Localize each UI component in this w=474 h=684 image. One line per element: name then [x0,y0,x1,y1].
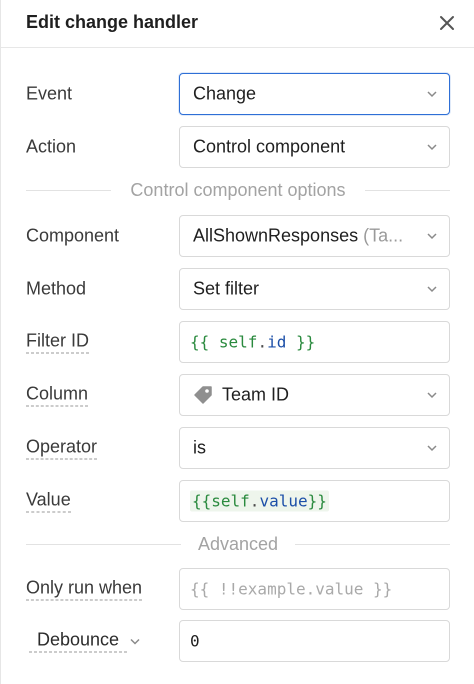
debounce-label: Debounce [29,630,128,653]
value-row: Value {{self.value}} [1,480,474,522]
value-input[interactable]: {{self.value}} [179,480,450,522]
debounce-input[interactable]: 0 [179,620,450,662]
action-row: Action Control component [1,126,474,168]
method-row: Method Set filter [1,268,474,310]
operator-row: Operator is [1,427,474,469]
operator-label: Operator [26,437,98,460]
method-label: Method [26,278,87,299]
event-handler-panel: Edit change handler Event Change Action … [0,0,474,684]
component-select-value: AllShownResponses (Ta... [193,225,404,246]
panel-title: Edit change handler [26,12,199,32]
operator-select[interactable]: is [179,427,450,469]
debounce-dropdown[interactable]: Debounce [29,630,141,653]
method-select[interactable]: Set filter [179,268,450,310]
tag-icon [194,386,212,404]
event-label: Event [26,83,73,104]
component-row: Component AllShownResponses (Ta... [1,215,474,257]
chevron-down-icon [427,91,437,98]
debounce-row: Debounce 0 [1,620,474,662]
column-select[interactable]: Team ID [179,374,450,416]
chevron-down-icon [427,286,437,293]
chevron-down-icon [427,392,437,399]
only-run-when-row: Only run when {{ !!example.value }} [1,568,474,610]
method-select-value: Set filter [193,278,260,299]
only-run-when-label: Only run when [26,578,143,601]
filter-id-label: Filter ID [26,331,89,354]
column-row: Column Team ID [1,374,474,416]
chevron-down-icon [427,144,437,151]
only-run-when-placeholder: {{ !!example.value }} [190,579,393,599]
panel-header: Edit change handler [1,0,474,48]
chevron-down-icon [427,445,437,452]
close-icon[interactable] [436,12,458,34]
value-label: Value [26,490,71,513]
component-select[interactable]: AllShownResponses (Ta... [179,215,450,257]
control-options-divider: Control component options [26,180,450,200]
debounce-value: 0 [190,631,200,651]
chevron-down-icon [427,233,437,240]
component-label: Component [26,225,120,246]
value-code: {{self.value}} [190,490,329,512]
operator-select-value: is [193,437,206,458]
event-row: Event Change [1,73,474,115]
filter-id-row: Filter ID {{ self.id }} [1,321,474,363]
only-run-when-input[interactable]: {{ !!example.value }} [179,568,450,610]
advanced-divider: Advanced [26,534,450,554]
action-label: Action [26,136,77,157]
column-select-value: Team ID [222,384,290,405]
action-select[interactable]: Control component [179,126,450,168]
event-select[interactable]: Change [179,73,450,115]
chevron-down-icon [130,638,140,645]
column-label: Column [26,384,89,407]
filter-id-code: {{ self.id }} [190,332,316,352]
event-select-value: Change [193,83,257,104]
filter-id-input[interactable]: {{ self.id }} [179,321,450,363]
action-select-value: Control component [193,136,346,157]
